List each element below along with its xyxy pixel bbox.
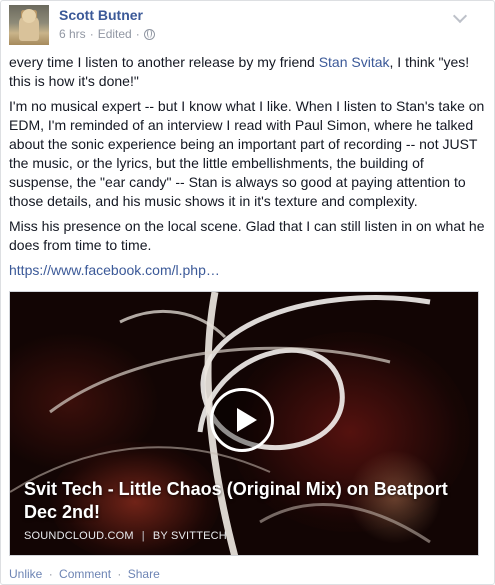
post-actions: Unlike · Comment · Share (9, 567, 160, 581)
share-button[interactable]: Share (128, 567, 160, 581)
post-body: every time I listen to another release b… (9, 53, 487, 280)
shared-link-preview[interactable]: Svit Tech - Little Chaos (Original Mix) … (9, 291, 479, 556)
post-paragraph: Miss his presence on the local scene. Gl… (9, 218, 485, 253)
edited-label[interactable]: Edited (98, 27, 132, 41)
post-paragraph: I'm no musical expert -- but I know what… (9, 98, 485, 209)
post-time[interactable]: 6 hrs (59, 27, 86, 41)
unlike-button[interactable]: Unlike (9, 567, 42, 581)
avatar-dog-head (22, 9, 36, 23)
meta-dot: · (135, 27, 140, 41)
url-link[interactable]: https://www.facebook.com/l.php… (9, 261, 487, 280)
post-meta: 6 hrs · Edited · (59, 27, 155, 41)
meta-dot: · (89, 27, 94, 41)
post-paragraph: every time I listen to another release b… (9, 53, 487, 91)
post-header: Scott Butner 6 hrs · Edited · (9, 5, 479, 45)
comment-button[interactable]: Comment (59, 567, 111, 581)
actions-dot: · (48, 567, 53, 581)
author-name[interactable]: Scott Butner (59, 7, 143, 23)
source-separator: | (141, 530, 145, 542)
source-domain: SOUNDCLOUD.COM (24, 530, 134, 542)
avatar[interactable] (9, 5, 49, 45)
shared-link-title[interactable]: Svit Tech - Little Chaos (Original Mix) … (24, 478, 469, 524)
post-card: Scott Butner 6 hrs · Edited · every time… (0, 0, 495, 585)
chevron-down-icon[interactable] (452, 8, 468, 24)
actions-dot: · (117, 567, 122, 581)
mention-link[interactable]: Stan Svitak (319, 54, 390, 70)
paragraph-text: every time I listen to another release b… (9, 54, 319, 70)
source-byline: BY SVITTECH (152, 530, 227, 542)
shared-link-source: SOUNDCLOUD.COM | BY SVITTECH (24, 530, 227, 542)
globe-icon[interactable] (143, 28, 155, 40)
play-button[interactable] (210, 388, 274, 452)
